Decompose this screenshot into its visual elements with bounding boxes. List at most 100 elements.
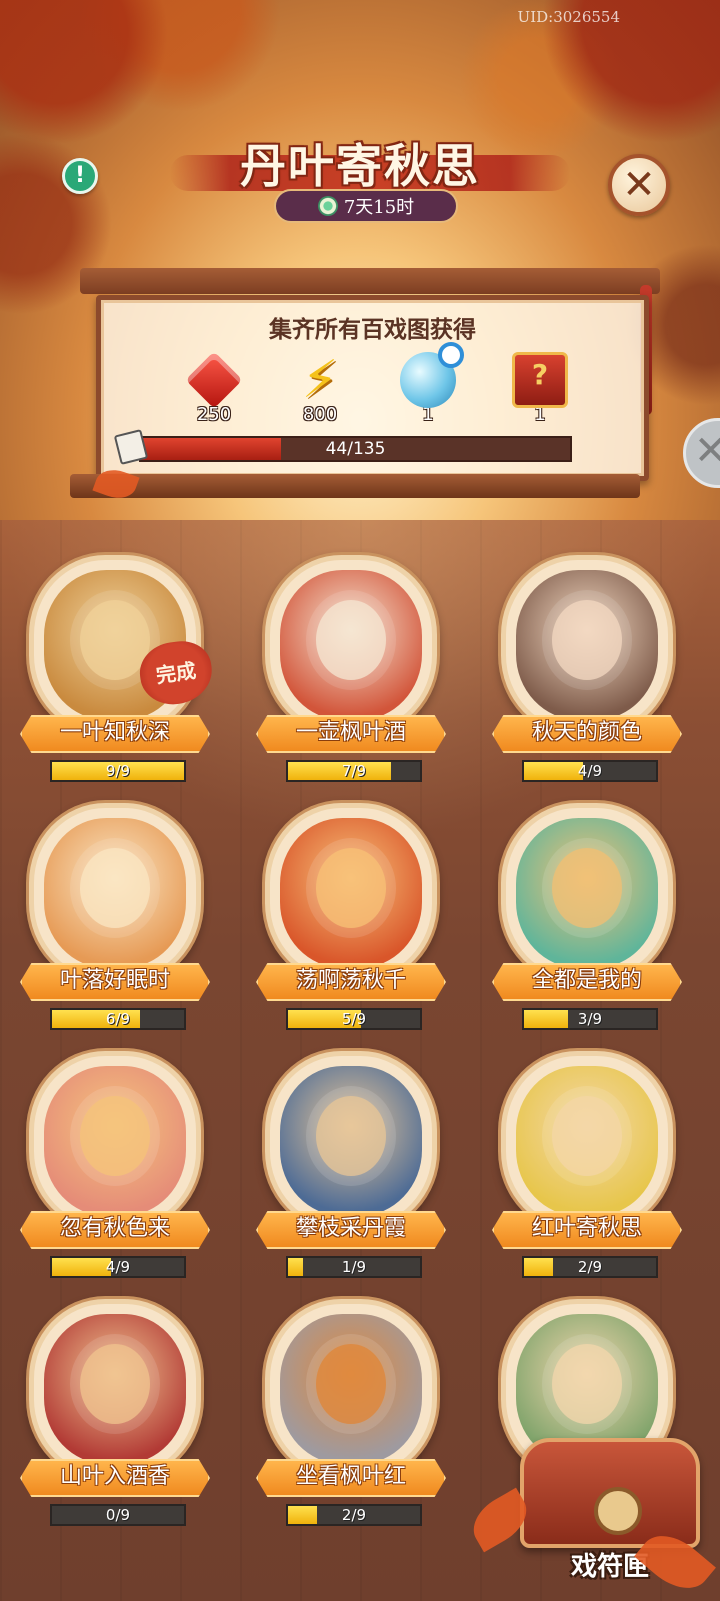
card-progress-text: 4/9 xyxy=(105,1258,131,1276)
reward-panel: 集齐所有百戏图获得 250 ⚡ 800 1 ? 1 44/135 xyxy=(96,295,649,481)
collection-card[interactable]: 秋天的颜色 4/9 xyxy=(492,560,682,790)
card-progress-bar: 1/9 xyxy=(286,1256,422,1278)
illustration-subject xyxy=(316,848,386,928)
card-progress-text: 7/9 xyxy=(341,762,367,780)
illustration-subject xyxy=(316,1344,386,1424)
card-progress-text: 9/9 xyxy=(105,762,131,780)
close-button[interactable]: ✕ xyxy=(608,154,670,216)
card-frame xyxy=(506,560,668,730)
card-title: 荡啊荡秋千 xyxy=(256,963,446,1001)
panel-top-beam xyxy=(80,268,660,294)
illustration-subject xyxy=(552,1344,622,1424)
card-illustration xyxy=(280,1066,422,1216)
card-title: 红叶寄秋思 xyxy=(492,1211,682,1249)
card-title: 坐看枫叶红 xyxy=(256,1459,446,1497)
card-progress-text: 1/9 xyxy=(341,1258,367,1276)
card-frame xyxy=(506,808,668,978)
chest-icon xyxy=(520,1438,700,1548)
card-progress-text: 0/9 xyxy=(105,1506,131,1524)
illustration-subject xyxy=(316,1096,386,1176)
card-frame xyxy=(34,1056,196,1226)
card-progress-text: 2/9 xyxy=(577,1258,603,1276)
mystery-chest-icon: ? xyxy=(512,352,568,408)
timer-text: 7天15时 xyxy=(343,197,415,218)
collection-progress-bar: 44/135 xyxy=(139,436,572,462)
reward-gem[interactable]: 250 xyxy=(169,351,259,425)
lightning-bolt-icon: ⚡ xyxy=(301,350,339,410)
card-title: 山叶入酒香 xyxy=(20,1459,210,1497)
card-illustration xyxy=(280,570,422,720)
card-progress-bar: 0/9 xyxy=(50,1504,186,1526)
card-title: 一壶枫叶酒 xyxy=(256,715,446,753)
card-illustration xyxy=(516,570,658,720)
card-title: 一叶知秋深 xyxy=(20,715,210,753)
collection-card[interactable]: 一壶枫叶酒 7/9 xyxy=(256,560,446,790)
panel-bottom-beam xyxy=(70,474,640,498)
reward-mystery-chest[interactable]: ? 1 xyxy=(495,352,585,425)
magic-orb-icon xyxy=(400,342,464,408)
info-button[interactable]: ! xyxy=(62,158,98,194)
card-progress-bar: 4/9 xyxy=(50,1256,186,1278)
card-progress-text: 4/9 xyxy=(577,762,603,780)
user-id-label: UID:3026554 xyxy=(517,8,620,26)
collection-card[interactable]: 荡啊荡秋千 5/9 xyxy=(256,808,446,1038)
card-progress-bar: 4/9 xyxy=(522,760,658,782)
event-title: 丹叶寄秋思 xyxy=(240,139,480,193)
card-title: 全都是我的 xyxy=(492,963,682,1001)
card-frame xyxy=(270,1304,432,1474)
illustration-subject xyxy=(80,1096,150,1176)
reward-energy[interactable]: ⚡ 800 xyxy=(275,352,365,425)
card-progress-text: 3/9 xyxy=(577,1010,603,1028)
card-progress-bar: 2/9 xyxy=(522,1256,658,1278)
card-illustration xyxy=(280,1314,422,1464)
card-title: 攀枝采丹霞 xyxy=(256,1211,446,1249)
card-frame xyxy=(270,1056,432,1226)
reward-amount: 250 xyxy=(196,404,232,425)
card-title: 秋天的颜色 xyxy=(492,715,682,753)
clock-icon xyxy=(317,196,338,216)
chest-lock xyxy=(594,1487,642,1535)
card-progress-bar: 2/9 xyxy=(286,1504,422,1526)
illustration-subject xyxy=(552,600,622,680)
card-frame xyxy=(270,560,432,730)
card-title: 叶落好眠时 xyxy=(20,963,210,1001)
card-frame xyxy=(506,1056,668,1226)
illustration-subject xyxy=(80,848,150,928)
card-frame xyxy=(270,808,432,978)
card-illustration xyxy=(44,1066,186,1216)
collection-card[interactable]: 攀枝采丹霞 1/9 xyxy=(256,1056,446,1286)
collection-card[interactable]: 忽有秋色来 4/9 xyxy=(20,1056,210,1286)
card-illustration xyxy=(516,818,658,968)
card-frame xyxy=(34,1304,196,1474)
card-illustration xyxy=(44,1314,186,1464)
card-progress-bar: 7/9 xyxy=(286,760,422,782)
card-progress-bar: 3/9 xyxy=(522,1008,658,1030)
illustration-subject xyxy=(552,848,622,928)
reward-orb[interactable]: 1 xyxy=(383,342,473,425)
card-progress-bar: 5/9 xyxy=(286,1008,422,1030)
collection-progress-text: 44/135 xyxy=(325,439,386,459)
card-title: 忽有秋色来 xyxy=(20,1211,210,1249)
card-progress-text: 5/9 xyxy=(341,1010,367,1028)
card-illustration xyxy=(280,818,422,968)
card-progress-bar: 9/9 xyxy=(50,760,186,782)
reward-panel-title: 集齐所有百戏图获得 xyxy=(269,316,476,343)
card-progress-text: 2/9 xyxy=(341,1506,367,1524)
red-gem-icon xyxy=(185,351,243,409)
collection-card[interactable]: 完成 一叶知秋深 9/9 xyxy=(20,560,216,790)
illustration-subject xyxy=(80,1344,150,1424)
collection-card[interactable]: 山叶入酒香 0/9 xyxy=(20,1304,210,1534)
card-progress-bar: 6/9 xyxy=(50,1008,186,1030)
collection-card[interactable]: 红叶寄秋思 2/9 xyxy=(492,1056,682,1286)
card-illustration xyxy=(44,818,186,968)
event-timer: 7天15时 xyxy=(274,189,458,223)
collection-card[interactable]: 全都是我的 3/9 xyxy=(492,808,682,1038)
illustration-subject xyxy=(552,1096,622,1176)
card-illustration xyxy=(516,1066,658,1216)
collection-card[interactable]: 叶落好眠时 6/9 xyxy=(20,808,210,1038)
collection-card[interactable]: 坐看枫叶红 2/9 xyxy=(256,1304,446,1534)
magnifier-icon xyxy=(438,342,464,368)
card-frame xyxy=(34,808,196,978)
card-progress-text: 6/9 xyxy=(105,1010,131,1028)
illustration-subject xyxy=(316,600,386,680)
